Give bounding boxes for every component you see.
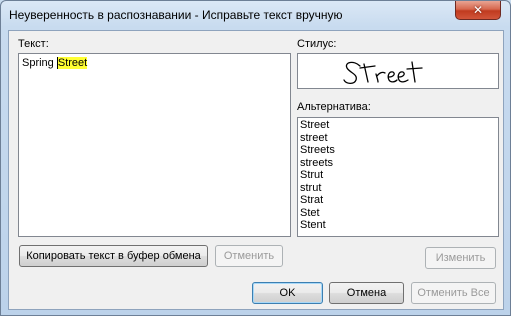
list-item[interactable]: Streets xyxy=(300,144,335,157)
title-bar[interactable]: Неуверенность в распознавании - Исправьт… xyxy=(1,1,510,29)
list-item[interactable]: Street xyxy=(300,119,329,132)
undo-button[interactable]: Отменить xyxy=(215,245,283,267)
list-item[interactable]: Strut xyxy=(300,169,323,182)
close-button[interactable]: ✕ xyxy=(455,1,501,20)
recognized-text-field[interactable]: Spring Street xyxy=(18,53,291,237)
dialog-client-area: Текст: Spring Street Стилус: Альтернатив… xyxy=(8,30,504,310)
dialog-window: Неуверенность в распознавании - Исправьт… xyxy=(0,0,511,316)
close-icon: ✕ xyxy=(472,3,484,17)
cancel-button[interactable]: Отмена xyxy=(329,282,404,304)
window-title: Неуверенность в распознавании - Исправьт… xyxy=(9,8,343,22)
recognized-text: Spring Street xyxy=(22,57,88,69)
list-item[interactable]: Stet xyxy=(300,207,320,220)
cancel-all-button[interactable]: Отменить Все xyxy=(411,282,496,304)
stylus-ink-preview xyxy=(297,53,499,89)
copy-to-clipboard-button[interactable]: Копировать текст в буфер обмена xyxy=(19,245,208,267)
text-plain-part: Spring xyxy=(22,57,57,69)
change-button[interactable]: Изменить xyxy=(425,247,496,269)
stylus-label: Стилус: xyxy=(297,38,337,50)
list-item[interactable]: streets xyxy=(300,157,333,170)
alternatives-list[interactable]: Street street Streets streets Strut stru… xyxy=(297,117,499,237)
list-item[interactable]: Stent xyxy=(300,219,326,232)
alternatives-label: Альтернатива: xyxy=(297,101,371,113)
ok-button[interactable]: OK xyxy=(252,282,323,304)
list-item[interactable]: Strat xyxy=(300,194,323,207)
text-highlighted-word[interactable]: Street xyxy=(56,57,88,69)
handwriting-ink-image xyxy=(343,61,423,85)
list-item[interactable]: street xyxy=(300,132,328,145)
list-item[interactable]: strut xyxy=(300,182,321,195)
text-label: Текст: xyxy=(18,38,49,50)
